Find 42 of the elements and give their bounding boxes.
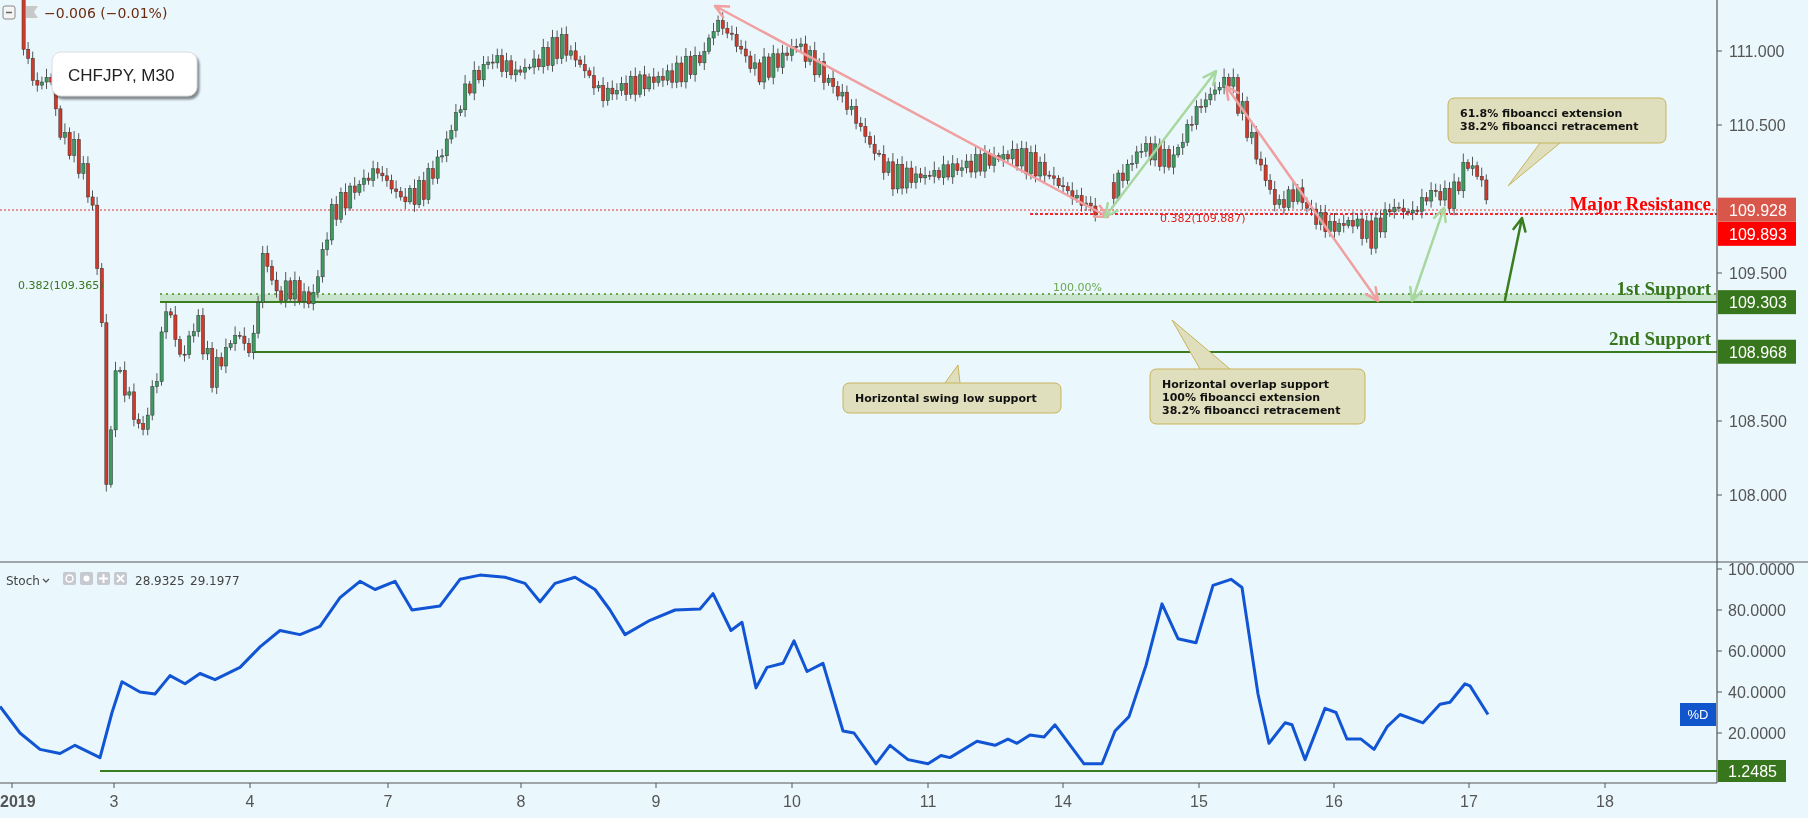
indicator-name[interactable]: Stoch [6, 574, 40, 588]
time-axis-label: 3 [109, 793, 119, 810]
stoch-axis-label: 20.0000 [1728, 725, 1786, 742]
stoch-axis-label: 60.0000 [1728, 643, 1786, 660]
stoch-axis-label: 40.0000 [1728, 684, 1786, 701]
time-axis-label: 4 [245, 793, 255, 810]
time-axis-label: 14 [1054, 793, 1072, 810]
price-tag-value: 109.928 [1729, 201, 1787, 219]
time-axis-label: 11 [919, 793, 937, 810]
callout-text: 61.8% fiboancci extension 38.2% fiboancci retracement [1460, 107, 1639, 133]
level-label: Major Resistance [1569, 193, 1711, 214]
fibonacci-label: 0.382(109.887) [1160, 212, 1246, 225]
indicator-value: 29.1977 [190, 574, 240, 588]
time-axis-label: 15 [1190, 793, 1208, 810]
price-tag-value: 108.968 [1729, 343, 1787, 361]
price-axis-label: 108.000 [1729, 487, 1787, 504]
time-axis-label: 9 [651, 793, 661, 810]
time-axis-label: 17 [1460, 793, 1478, 810]
fibonacci-label: 100.00% [1053, 281, 1102, 294]
level-label: 1st Support [1616, 278, 1711, 299]
price-axis-label: 110.500 [1729, 117, 1786, 134]
stoch-tag-value: 1.2485 [1728, 763, 1777, 780]
stoch-tag-label: %D [1687, 707, 1709, 722]
time-axis-label: 18 [1596, 793, 1614, 810]
time-axis-label: 2019 [0, 793, 36, 810]
time-axis-label: 7 [383, 793, 393, 810]
time-axis-label: 8 [516, 793, 526, 810]
stoch-axis-label: 100.0000 [1728, 561, 1795, 578]
callout-text: Horizontal overlap support 100% fiboancci extension 38.2% fiboancci retracement [1162, 378, 1341, 417]
price-axis-label: 109.500 [1729, 265, 1787, 282]
stoch-axis-label: 80.0000 [1728, 602, 1786, 619]
price-tag-value: 109.303 [1729, 294, 1787, 312]
callout-text: Horizontal swing low support [855, 392, 1037, 405]
price-change: −0.006 (−0.01%) [44, 5, 168, 21]
time-axis-label: 16 [1325, 793, 1343, 810]
price-axis-label: 108.500 [1729, 413, 1787, 430]
indicator-value: 28.9325 [135, 574, 185, 588]
price-axis-label: 111.000 [1729, 43, 1785, 60]
time-axis-label: 10 [783, 793, 801, 810]
level-label: 2nd Support [1609, 328, 1711, 349]
symbol-label: CHFJPY, M30 [68, 66, 175, 85]
price-tag-value: 109.893 [1729, 225, 1787, 243]
